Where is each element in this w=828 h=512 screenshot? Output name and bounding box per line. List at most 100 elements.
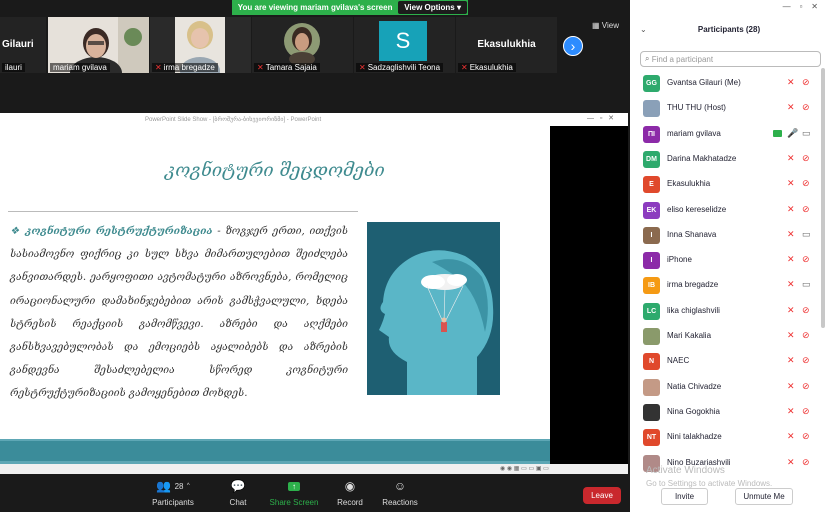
tile-caption: ✕ Tamara Sajaia xyxy=(254,63,320,72)
participant-avatar: E xyxy=(643,176,660,194)
view-button[interactable]: ▦ View xyxy=(592,21,619,30)
video-on-icon: ▭ xyxy=(802,228,811,239)
participant-row[interactable]: Mari Kakalia ✕ ⊘ xyxy=(630,324,820,349)
mic-muted-icon: ✕ xyxy=(787,254,795,265)
participant-name: Nina Gogokhia xyxy=(667,406,720,416)
record-icon: ◉ xyxy=(344,479,356,493)
panel-scrollbar[interactable] xyxy=(821,68,825,328)
invite-button[interactable]: Invite xyxy=(661,488,708,505)
tile-name-large: Gilauri xyxy=(2,39,34,50)
leave-button[interactable]: Leave xyxy=(583,487,621,504)
participant-avatar: I xyxy=(643,226,660,244)
share-screen-button[interactable]: ↑ Share Screen xyxy=(264,478,324,507)
participant-avatar: EK xyxy=(643,201,660,219)
participant-row[interactable]: E Ekasulukhia ✕ ⊘ xyxy=(630,172,820,197)
participant-row[interactable]: N NAEC ✕ ⊘ xyxy=(630,349,820,374)
participant-avatar: DM xyxy=(643,150,660,168)
reactions-icon: ☺ xyxy=(393,479,407,493)
mic-icon: 🎤 xyxy=(787,127,799,138)
unmute-me-button[interactable]: Unmute Me xyxy=(735,488,793,505)
participants-button[interactable]: 👥 28 ^ Participants xyxy=(143,478,203,507)
video-tile[interactable]: Gilauri ilauri xyxy=(0,17,46,73)
share-screen-icon: ↑ xyxy=(288,481,300,491)
participant-row[interactable]: NT Nini talakhadze ✕ ⊘ xyxy=(630,425,820,450)
video-tile[interactable]: S ✕ Sadzaglishvili Teona xyxy=(354,17,455,73)
panel-title: Participants (28) xyxy=(697,25,761,34)
mic-muted-icon: ✕ xyxy=(359,63,366,72)
participant-row[interactable]: DM Darina Makhatadze ✕ ⊘ xyxy=(630,147,820,172)
viewing-banner: You are viewing mariam gvilava's screen … xyxy=(232,0,468,15)
participant-row[interactable]: I Inna Shanava ✕ ▭ xyxy=(630,223,820,248)
video-off-icon: ⊘ xyxy=(802,330,810,340)
mic-muted-icon: ✕ xyxy=(787,330,795,340)
video-off-icon: ⊘ xyxy=(802,431,810,442)
screen-share-icon xyxy=(773,129,782,137)
participant-row[interactable]: Nina Gogokhia ✕ ⊘ xyxy=(630,400,820,425)
video-tile[interactable]: Ekasulukhia ✕ Ekasulukhia xyxy=(456,17,557,73)
video-off-icon: ⊘ xyxy=(802,405,810,416)
participant-name: mariam gvilava xyxy=(667,128,721,138)
video-off-icon: ⊘ xyxy=(802,102,810,113)
participant-row[interactable]: ΠΙ mariam gvilava 🎤 ▭ xyxy=(630,122,820,147)
search-placeholder: Find a participant xyxy=(651,54,714,64)
slideshow-view-icons[interactable]: ◉ ◉ ▦ ▭ ▭ ▣ ▭ xyxy=(500,465,549,472)
participant-name: iPhone xyxy=(667,255,692,265)
participant-row[interactable]: IB irma bregadze ✕ ▭ xyxy=(630,273,820,298)
participant-name: Gvantsa Gilauri (Me) xyxy=(667,78,741,87)
video-off-icon: ⊘ xyxy=(802,254,810,265)
reactions-button[interactable]: ☺ Reactions xyxy=(370,478,430,507)
video-on-icon: ▭ xyxy=(802,127,811,138)
reactions-label: Reactions xyxy=(382,498,418,507)
participant-avatar: I xyxy=(643,252,660,270)
participants-label: Participants xyxy=(152,498,194,507)
mic-muted-icon: ✕ xyxy=(787,380,795,391)
chevron-up-icon[interactable]: ^ xyxy=(187,483,190,489)
bullet-lead: კოგნიტური რესტრუქტურიზაცია xyxy=(25,225,213,237)
share-screen-label: Share Screen xyxy=(269,498,319,507)
slide-illustration xyxy=(367,222,500,395)
slide-body: ❖ კოგნიტური რესტრუქტურიზაცია - ზოგჯერ ერ… xyxy=(10,220,348,406)
participant-row[interactable]: IiPhone ✕ ⊘ xyxy=(630,248,820,273)
video-tile[interactable]: ✕ irma bregadze xyxy=(150,17,251,73)
mic-muted-icon: ✕ xyxy=(787,279,795,290)
participant-name: Natia Chivadze xyxy=(667,381,722,391)
mic-muted-icon: ✕ xyxy=(461,63,468,72)
video-tile[interactable]: ✕ Tamara Sajaia xyxy=(252,17,353,73)
search-icon: ⌕ xyxy=(645,54,650,63)
tile-name-large: Ekasulukhia xyxy=(477,39,536,50)
mic-muted-icon: ✕ xyxy=(787,304,795,315)
participant-row[interactable]: THU THU (Host) ✕ ⊘ xyxy=(630,96,820,121)
video-tile-active[interactable]: mariam gvilava xyxy=(48,17,149,73)
participant-name: Darina Makhatadze xyxy=(667,153,737,163)
tile-caption: ✕ Sadzaglishvili Teona xyxy=(356,63,444,72)
participant-name: Inna Shanava xyxy=(667,229,717,239)
slide-letterbox xyxy=(550,126,628,464)
mic-muted-icon: ✕ xyxy=(787,228,795,239)
tile-avatar: S xyxy=(379,21,427,61)
participant-name: Ekasulukhia xyxy=(667,179,711,189)
video-on-icon: ▭ xyxy=(802,279,811,290)
chat-button[interactable]: 💬 Chat xyxy=(208,478,268,507)
mic-muted-icon: ✕ xyxy=(155,63,162,72)
video-off-icon: ⊘ xyxy=(802,304,810,315)
view-options-button[interactable]: View Options ▾ xyxy=(398,1,467,14)
mic-muted-icon: ✕ xyxy=(787,431,795,442)
panel-window-controls[interactable]: — ▫ ✕ xyxy=(783,2,818,11)
participant-name: Mari Kakalia xyxy=(667,331,712,340)
participant-name: irma bregadze xyxy=(667,280,719,290)
window-controls: — ▫ ✕ xyxy=(586,115,614,122)
video-off-icon: ⊘ xyxy=(802,203,810,214)
participant-name: lika chiglashvili xyxy=(667,305,720,315)
participant-row[interactable]: EK eliso kereselidze ✕ ⊘ xyxy=(630,198,820,223)
participant-avatar: ΠΙ xyxy=(643,125,660,143)
participant-row[interactable]: LC lika chiglashvili ✕ ⊘ xyxy=(630,299,820,324)
participant-row[interactable]: Natia Chivadze ✕ ⊘ xyxy=(630,375,820,400)
participant-avatar: IB xyxy=(643,277,660,295)
search-field[interactable]: ⌕ Find a participant xyxy=(640,51,821,67)
video-off-icon: ⊘ xyxy=(802,380,810,391)
participant-row[interactable]: GG Gvantsa Gilauri (Me) ✕ ⊘ xyxy=(630,71,820,96)
ppt-status-bar: ◉ ◉ ▦ ▭ ▭ ▣ ▭ xyxy=(0,464,628,474)
next-page-arrow-icon[interactable]: › xyxy=(563,36,583,56)
slide-footer-band xyxy=(0,439,550,464)
participant-avatar: LC xyxy=(643,302,660,320)
